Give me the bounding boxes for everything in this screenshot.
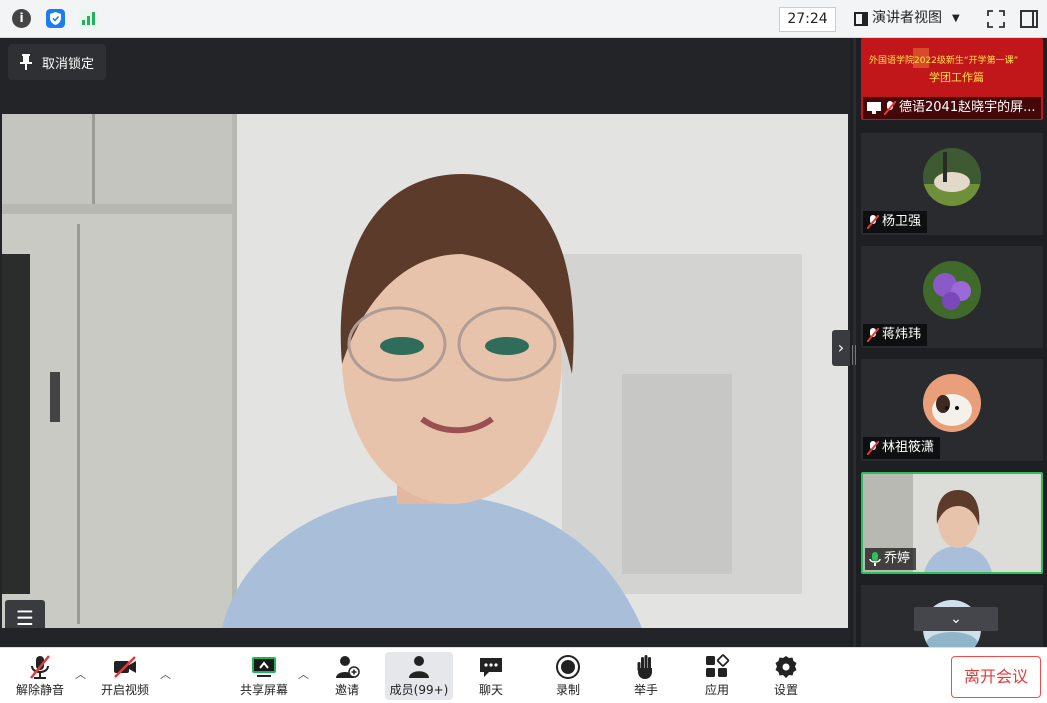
apps-button[interactable]: 应用 (687, 652, 747, 700)
pin-icon (20, 54, 32, 70)
participant-name-tag: 杨卫强 (863, 211, 928, 233)
chat-icon (480, 658, 502, 677)
participant-tile-screen-share[interactable]: 外国语学院2022级新生“开学第一课” 学团工作篇 德语2041赵晓宇的屏... (861, 38, 1043, 120)
share-screen-button[interactable]: 共享屏幕 (234, 652, 294, 700)
participant-name: 乔婷 (884, 551, 911, 566)
layout-icon (854, 11, 868, 26)
scroll-down-button[interactable]: ⌄ (914, 607, 998, 631)
participant-name: 林祖筱潇 (882, 440, 935, 455)
apps-icon (706, 654, 730, 677)
participant-sidebar: 外国语学院2022级新生“开学第一课” 学团工作篇 德语2041赵晓宇的屏...… (856, 38, 1047, 647)
settings-label: 设置 (773, 683, 798, 697)
start-video-button[interactable]: 开启视频 (95, 652, 155, 700)
share-screen-label: 共享屏幕 (239, 683, 288, 697)
start-video-label: 开启视频 (100, 683, 149, 697)
unpin-button[interactable]: 取消锁定 (8, 44, 107, 80)
unpin-label: 取消锁定 (42, 56, 95, 72)
screen-share-icon (867, 102, 881, 114)
participant-name-tag: 林祖筱潇 (863, 437, 941, 459)
mic-muted-icon (867, 328, 879, 342)
participant-name-tag: 蒋炜玮 (863, 324, 928, 346)
view-mode-dropdown[interactable]: 演讲者视图 ▼ (846, 7, 968, 30)
avatar (923, 261, 981, 319)
participant-name: 德语2041赵晓宇的屏... (899, 100, 1036, 115)
avatar (923, 374, 981, 432)
add-user-icon (336, 656, 360, 678)
video-options-chevron-icon[interactable]: ︿ (160, 666, 171, 682)
participant-tile[interactable]: 蒋炜玮 (861, 246, 1043, 348)
participant-tile-active[interactable]: 乔婷 (861, 472, 1043, 574)
participant-tile[interactable]: 杨卫强 (861, 133, 1043, 235)
mic-muted-icon (867, 441, 879, 455)
apps-label: 应用 (704, 683, 729, 697)
sidebar-toggle-icon[interactable] (1020, 10, 1038, 28)
mic-muted-icon (30, 655, 50, 679)
participant-list-icon[interactable]: ☰ (5, 600, 45, 628)
settings-button[interactable]: 设置 (756, 652, 816, 700)
participant-name: 蒋炜玮 (882, 327, 922, 342)
invite-label: 邀请 (334, 683, 359, 697)
raise-hand-label: 举手 (633, 683, 658, 697)
record-button[interactable]: 录制 (538, 652, 598, 700)
mic-active-icon (869, 552, 881, 566)
chat-button[interactable]: 聊天 (461, 652, 521, 700)
avatar (923, 148, 981, 206)
meeting-toolbar: 解除静音 ︿ 开启视频 ︿ 共享屏幕 ︿ 邀请 成员(99+) 聊天 录制 举手… (0, 647, 1047, 703)
record-label: 录制 (555, 683, 580, 697)
fullscreen-icon[interactable] (986, 9, 1006, 29)
gear-icon (775, 656, 797, 678)
mic-muted-icon (884, 101, 896, 115)
members-label: 成员(99+) (389, 683, 449, 697)
raise-hand-button[interactable]: 举手 (616, 652, 676, 700)
participant-tile[interactable]: 林祖筱潇 (861, 359, 1043, 461)
members-button[interactable]: 成员(99+) (385, 652, 453, 700)
banner-line-1: 外国语学院2022级新生“开学第一课” (869, 56, 1019, 66)
collapse-sidebar-button[interactable]: › (832, 330, 850, 366)
invite-button[interactable]: 邀请 (317, 652, 377, 700)
audio-options-chevron-icon[interactable]: ︿ (75, 666, 86, 682)
signal-icon[interactable] (79, 9, 98, 28)
participant-name: 杨卫强 (882, 214, 922, 229)
chat-label: 聊天 (478, 683, 503, 697)
shield-icon[interactable] (46, 9, 65, 28)
members-icon (409, 656, 429, 678)
caret-down-icon: ▼ (952, 13, 960, 24)
unmute-label: 解除静音 (15, 683, 64, 697)
mic-muted-icon (867, 215, 879, 229)
meeting-timer: 27:24 (779, 7, 836, 32)
share-options-chevron-icon[interactable]: ︿ (298, 666, 309, 682)
speaker-video-frame (2, 114, 848, 628)
unmute-button[interactable]: 解除静音 (10, 652, 70, 700)
info-icon[interactable]: i (12, 9, 31, 28)
hand-icon (637, 655, 652, 679)
share-screen-icon (252, 657, 276, 677)
participant-name-tag: 德语2041赵晓宇的屏... (863, 97, 1042, 119)
main-stage: ☰ 取消锁定 › (0, 38, 850, 647)
record-icon (556, 655, 580, 679)
view-mode-label: 演讲者视图 (872, 10, 942, 26)
leave-meeting-button[interactable]: 离开会议 (951, 656, 1041, 698)
speaker-video[interactable]: ☰ (2, 114, 848, 628)
banner-line-2: 学团工作篇 (929, 71, 984, 84)
participant-name-tag: 乔婷 (865, 548, 917, 570)
video-off-icon (114, 656, 136, 678)
top-bar: i 27:24 演讲者视图 ▼ (0, 0, 1047, 38)
